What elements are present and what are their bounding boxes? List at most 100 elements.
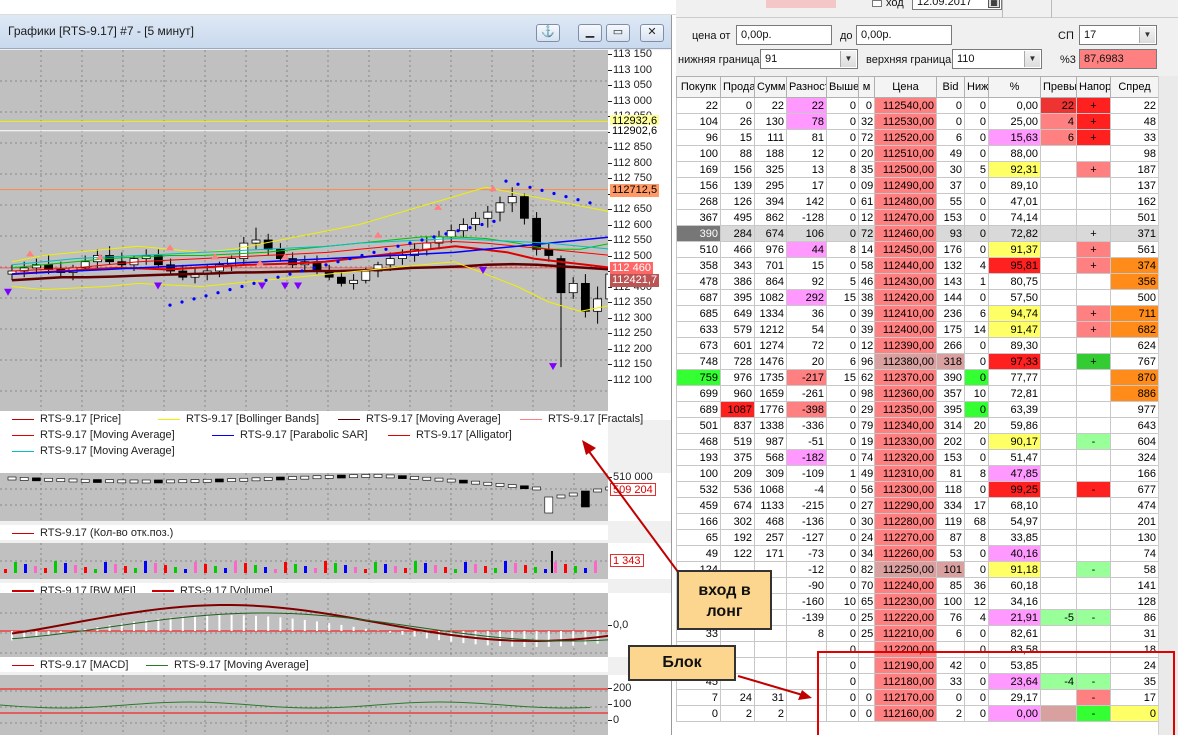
input-checkbox[interactable] [872, 0, 882, 7]
anchor-button[interactable]: ⚓ [536, 24, 560, 42]
table-row[interactable]: 468 519 987 -51 0 19 112330,00 202 0 90,17-604 [676, 433, 1158, 450]
psar-dot [408, 241, 412, 245]
column-header[interactable]: м [858, 76, 875, 98]
table-row[interactable]: 673 601 1274 72 0 12 112390,00 266 0 89,30 624 [676, 337, 1158, 354]
column-header[interactable]: % [988, 76, 1041, 98]
oi-bar [141, 479, 151, 484]
column-header[interactable]: Bid [936, 76, 965, 98]
table-row[interactable]: 390 284 674 106 0 72 112460,00 93 0 72,82 +371 [676, 225, 1158, 242]
open-interest-pane[interactable] [0, 473, 608, 521]
table-cell: 187 [1110, 161, 1158, 178]
table-row[interactable]: 478 386 864 92 5 46 112430,00 143 1 80,75 356 [676, 273, 1158, 290]
table-row[interactable]: 699 960 1659 -261 0 98 112360,00 357 10 72,81 886 [676, 385, 1158, 402]
table-row[interactable]: 104 26 130 78 0 32 112530,00 0 0 25,00 4 +48 [676, 113, 1158, 130]
table-row[interactable]: 633 579 1212 54 0 39 112400,00 175 14 91,47 +682 [676, 321, 1158, 338]
table-cell: 89,10 [988, 177, 1041, 194]
table-cell: 10 [826, 593, 859, 610]
table-row[interactable]: 45 0 112180,00 33 0 23,64 -4-35 [676, 673, 1158, 690]
table-cell: 604 [1110, 433, 1158, 450]
mfi-bar [244, 563, 247, 573]
table-row[interactable]: 0 2 2 0 0 112160,00 2 0 0,00-0 [676, 705, 1158, 722]
calendar-icon[interactable]: ▦ [988, 0, 1000, 8]
table-cell [1076, 209, 1111, 226]
table-row[interactable]: 100 209 309 -109 1 49 112310,00 81 8 47,85 166 [676, 465, 1158, 482]
table-cell: 0 [826, 529, 859, 546]
table-row[interactable]: 358 343 701 15 0 58 112440,00 132 4 95,81 +374 [676, 257, 1158, 274]
column-header[interactable]: Спред [1110, 76, 1158, 98]
table-row[interactable]: 100 88 188 12 0 20 112510,00 49 0 88,00 98 [676, 145, 1158, 162]
column-header[interactable]: Покупк [676, 76, 721, 98]
maximize-button[interactable]: ▭ [606, 24, 630, 42]
close-button[interactable]: ✕ [640, 24, 664, 42]
table-cell: 334 [936, 497, 965, 514]
table-row[interactable]: 748 728 1476 20 6 96 112380,00 318 0 97,33 +767 [676, 353, 1158, 370]
column-header[interactable]: Цена [874, 76, 937, 98]
table-cell: 112430,00 [874, 273, 937, 290]
column-header[interactable]: Сумма [754, 76, 787, 98]
table-row[interactable]: 687 395 1082 292 15 38 112420,00 144 0 57,50 500 [676, 289, 1158, 306]
oscillator-pane[interactable] [0, 675, 608, 735]
table-row[interactable]: 169 156 325 13 8 35 112500,00 30 5 92,31 +187 [676, 161, 1158, 178]
table-cell: 268 [676, 193, 721, 210]
table-cell: 33,85 [988, 529, 1041, 546]
price-pane[interactable] [0, 50, 608, 420]
mfi-bar [304, 566, 307, 573]
table-row[interactable]: 96 15 111 81 0 72 112520,00 6 0 15,63 6 +33 [676, 129, 1158, 146]
toolbar-tab[interactable] [1002, 0, 1052, 18]
table-cell: + [1076, 257, 1111, 274]
table-row[interactable]: 510 466 976 44 8 14 112450,00 176 0 91,37 +561 [676, 241, 1158, 258]
table-row[interactable]: 268 126 394 142 0 61 112480,00 55 0 47,01 162 [676, 193, 1158, 210]
table-row[interactable]: 49 122 171 -73 0 34 112260,00 53 0 40,16 74 [676, 545, 1158, 562]
column-header[interactable]: Продаж [720, 76, 755, 98]
table-row[interactable]: 759 976 1735 -217 15 62 112370,00 390 0 77,77 870 [676, 369, 1158, 386]
upper-select[interactable]: 110 ▼ [952, 49, 1042, 69]
orderbook-table[interactable]: ПокупкПродажСуммаРазностВышемЦенаBidНиж%… [676, 76, 1158, 735]
table-scrollbar[interactable] [1158, 76, 1178, 735]
column-header[interactable]: Превыш [1040, 76, 1077, 98]
table-row[interactable]: 532 536 1068 -4 0 56 112300,00 118 0 99,25-677 [676, 481, 1158, 498]
oi-bar [276, 476, 285, 481]
table-cell: 88,00 [988, 145, 1041, 162]
table-row[interactable]: 501 837 1338 -336 0 79 112340,00 314 20 59,86 643 [676, 417, 1158, 434]
table-row[interactable]: 689 1087 1776 -398 0 29 112350,00 395 0 63,39 977 [676, 401, 1158, 418]
osc-y-axis: 200 100 0 [608, 675, 671, 735]
macd-pane[interactable] [0, 593, 608, 657]
table-cell: 112310,00 [874, 465, 937, 482]
mfi-pane[interactable] [0, 543, 608, 579]
price-from-input[interactable]: 0,00р. [736, 25, 832, 45]
table-row[interactable]: 670112200,00083,5818 [676, 641, 1158, 658]
sp-select[interactable]: 17 ▼ [1079, 25, 1157, 45]
table-cell [1040, 257, 1077, 274]
mfi-bar [254, 565, 257, 573]
table-cell: 1476 [754, 353, 787, 370]
window-titlebar[interactable]: Графики [RTS-9.17] #7 - [5 минут] ⚓ ▁ ▭ … [0, 15, 671, 49]
column-header[interactable]: Ниж [964, 76, 989, 98]
table-row[interactable]: 459 674 1133 -215 0 27 112290,00 334 17 68,10 474 [676, 497, 1158, 514]
oi-bar [251, 477, 261, 482]
table-row[interactable]: 22 0 22 22 0 0 112540,00 0 0 0,00 22 +22 [676, 97, 1158, 114]
table-row[interactable]: 685 649 1334 36 0 39 112410,00 236 6 94,74 +711 [676, 305, 1158, 322]
column-header[interactable]: Разност [786, 76, 827, 98]
table-row[interactable]: 193 375 568 -182 0 74 112320,00 153 0 51,47 324 [676, 449, 1158, 466]
table-cell: -261 [786, 385, 827, 402]
fractal-down-icon [294, 282, 302, 290]
table-cell: 0 [826, 513, 859, 530]
table-row[interactable]: 367 495 862 -128 0 12 112470,00 153 0 74,14 501 [676, 209, 1158, 226]
candle-body [385, 258, 395, 266]
table-row[interactable]: 166 302 468 -136 0 30 112280,00 119 68 54,97 201 [676, 513, 1158, 530]
table-row[interactable]: 7 24 31 0 0 112170,00 0 0 29,17-17 [676, 689, 1158, 706]
psar-dot [216, 291, 220, 295]
table-row[interactable]: 650112190,0042053,8524 [676, 657, 1158, 674]
table-row[interactable]: 156 139 295 17 0 09 112490,00 37 0 89,10 137 [676, 177, 1158, 194]
price-to-input[interactable]: 0,00р. [856, 25, 952, 45]
table-row[interactable]: 65 192 257 -127 0 24 112270,00 87 8 33,85 130 [676, 529, 1158, 546]
column-header[interactable]: Напор [1076, 76, 1111, 98]
column-header[interactable]: Выше [826, 76, 859, 98]
table-cell: 0 [964, 481, 989, 498]
table-cell: 5 [826, 273, 859, 290]
fractal-up-icon [374, 231, 382, 238]
table-cell: 0 [964, 193, 989, 210]
table-cell [1076, 177, 1111, 194]
lower-select[interactable]: 91 ▼ [760, 49, 858, 69]
minimize-button[interactable]: ▁ [578, 24, 602, 42]
